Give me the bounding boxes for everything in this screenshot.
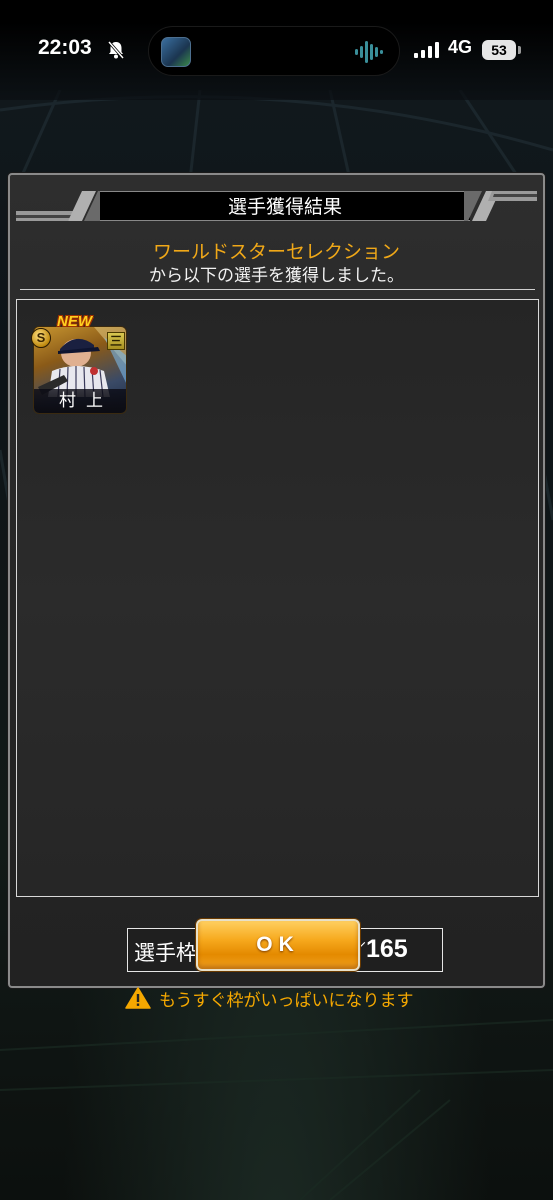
ok-button[interactable]: OK — [196, 919, 360, 971]
player-list-panel: 村上 S NEW 三 選手枠： 159 ／ 165 もうすぐ枠がいっぱいになりま… — [16, 299, 539, 1011]
warning-text: もうすぐ枠がいっぱいになります — [159, 990, 414, 1011]
player-name: 村上 — [59, 391, 113, 411]
clock: 22:03 — [38, 36, 92, 59]
battery-tip — [518, 46, 521, 54]
app-thumbnail — [161, 37, 191, 67]
dialog-title-bar: 選手獲得結果 — [16, 189, 537, 223]
sound-wave-icon — [355, 41, 383, 63]
rank-badge: S — [31, 328, 51, 348]
new-badge: NEW — [57, 313, 92, 330]
signal-icon — [414, 42, 439, 58]
acquisition-result-dialog: 選手獲得結果 ワールドスターセレクション から以下の選手を獲得しました。 村上 … — [8, 173, 545, 1011]
dynamic-island[interactable] — [148, 26, 400, 76]
position-badge: 三 — [107, 332, 125, 350]
title-stripes-left — [16, 191, 106, 221]
bell-off-icon — [107, 41, 125, 59]
dialog-title: 選手獲得結果 — [100, 191, 470, 221]
battery-icon: 53 — [482, 40, 516, 60]
player-card[interactable]: 村上 S NEW 三 — [31, 313, 127, 414]
status-bar: 22:03 4G 53 — [0, 0, 553, 100]
title-stripes-right — [464, 191, 537, 221]
divider — [20, 289, 535, 290]
source-name: ワールドスターセレクション — [152, 241, 400, 263]
result-message: から以下の選手を獲得しました。 — [149, 266, 404, 286]
warning-icon — [125, 987, 151, 1009]
roster-warning: もうすぐ枠がいっぱいになります — [125, 986, 414, 1011]
roster-max: 165 — [366, 935, 408, 963]
network-type: 4G — [448, 37, 473, 57]
